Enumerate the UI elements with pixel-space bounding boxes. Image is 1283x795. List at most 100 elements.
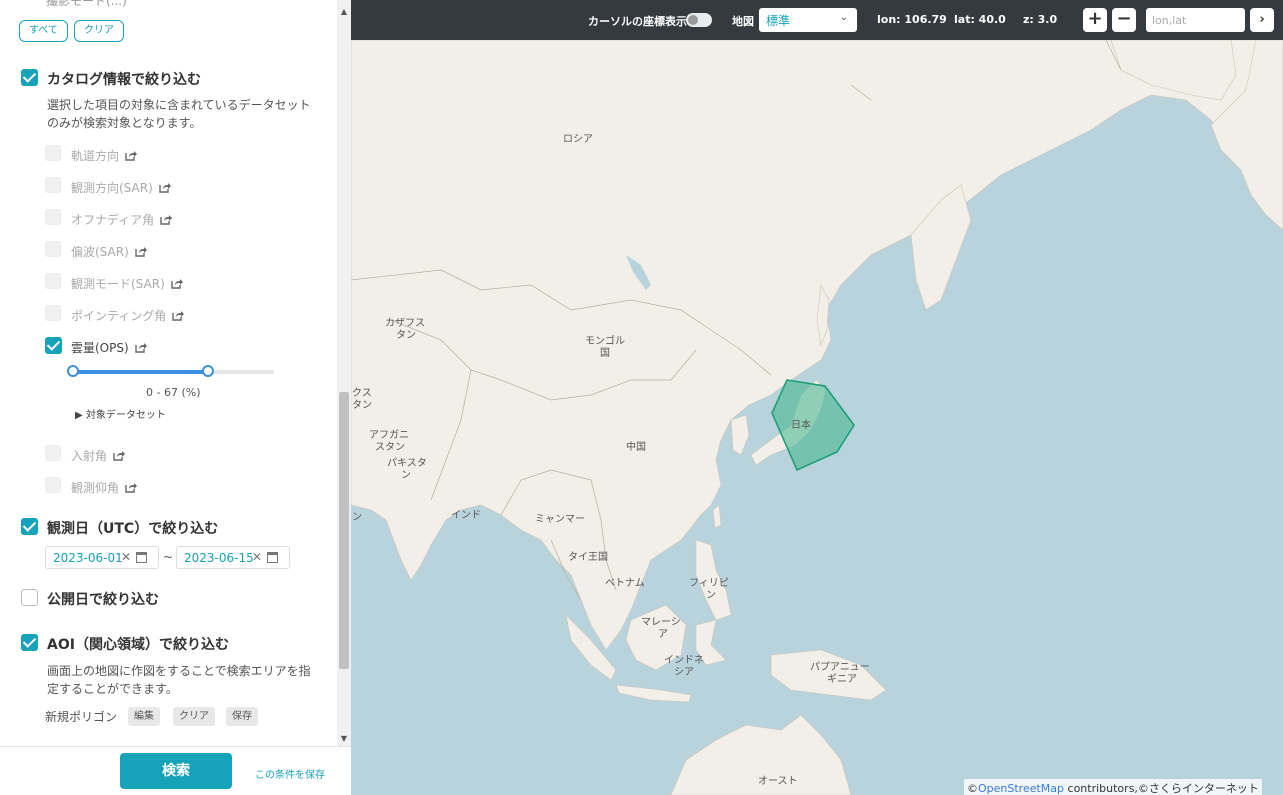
sidebar: 撮影モード(...) すべて クリア カタログ情報で絞り込む 選択した項目の対象… <box>0 0 351 795</box>
save-polygon-button[interactable]: 保存 <box>226 707 258 726</box>
pub-date-checkbox[interactable] <box>21 589 38 606</box>
catalog-filter-desc: 選択した項目の対象に含まれているデータセット <box>47 98 311 112</box>
coordinate-input[interactable] <box>1146 8 1245 32</box>
label-vietnam: ベトナム <box>605 578 645 589</box>
label-philippines: フィリピ <box>689 578 729 589</box>
off-nadir-checkbox[interactable] <box>45 209 61 225</box>
clear-all-button[interactable]: クリア <box>74 20 124 42</box>
external-link-icon[interactable] <box>135 246 147 257</box>
slider-max-handle[interactable] <box>201 365 214 377</box>
scroll-up-icon[interactable]: ▲ <box>337 5 351 19</box>
obs-date-title: 観測日（UTC）で絞り込む <box>47 521 219 537</box>
pointing-angle-label: ポインティング角 <box>71 307 185 324</box>
clear-polygon-button[interactable]: クリア <box>173 707 215 726</box>
map-view[interactable]: ロシア カザフス タン モンゴル 国 中国 日本 アフガニ スタン パキスタ ン… <box>351 0 1283 795</box>
label-thailand: タイ王国 <box>568 552 608 563</box>
incidence-angle-checkbox[interactable] <box>45 445 61 461</box>
land-eurasia <box>351 39 1283 651</box>
start-date-input[interactable]: 2023-06-01 ✕ <box>45 546 159 569</box>
clear-date-icon[interactable]: ✕ <box>252 550 262 564</box>
obs-date-checkbox[interactable] <box>21 518 38 535</box>
slider-min-handle[interactable] <box>67 365 79 377</box>
orbit-direction-label: 軌道方向 <box>71 147 138 164</box>
aoi-desc: 画面上の地図に作図をすることで検索エリアを指 <box>47 664 311 678</box>
scroll-down-icon[interactable]: ▼ <box>337 732 351 746</box>
label-australia: オースト <box>758 776 798 787</box>
cloud-cover-range-text: 0 - 67 (%) <box>146 386 201 399</box>
aoi-checkbox[interactable] <box>21 634 38 651</box>
aoi-polygon <box>771 379 855 472</box>
start-date-value: 2023-06-01 <box>53 551 123 565</box>
cloud-cover-slider[interactable] <box>73 370 274 374</box>
search-button[interactable]: 検索 <box>120 753 232 789</box>
external-link-icon[interactable] <box>113 450 126 461</box>
attribution-suffix: contributors,©さくらインターネット <box>1064 782 1259 795</box>
clear-date-icon[interactable]: ✕ <box>121 550 131 564</box>
label-afghanistan-2: スタン <box>375 442 405 453</box>
zoom-readout: z: 3.0 <box>1023 13 1058 26</box>
label-kazakhstan: カザフス <box>385 318 425 329</box>
select-all-button[interactable]: すべて <box>19 20 68 42</box>
land-korea <box>730 414 750 456</box>
catalog-filter-checkbox[interactable] <box>21 69 38 86</box>
calendar-icon[interactable] <box>267 552 278 563</box>
catalog-filter-title: カタログ情報で絞り込む <box>47 72 201 88</box>
zoom-out-button[interactable]: − <box>1112 8 1136 32</box>
map-canvas[interactable] <box>351 0 1283 795</box>
external-link-icon[interactable] <box>125 482 138 493</box>
attribution-copyright: © <box>967 782 978 795</box>
label-mongolia-2: 国 <box>600 348 610 359</box>
label-mongolia: モンゴル <box>585 336 625 347</box>
obs-mode-label: 観測モード(SAR) <box>71 275 183 292</box>
aoi-desc-2: 定することができます。 <box>47 682 178 696</box>
land-taiwan <box>712 504 722 529</box>
pointing-angle-checkbox[interactable] <box>45 305 61 321</box>
end-date-input[interactable]: 2023-06-15 ✕ <box>176 546 290 569</box>
date-separator: ~ <box>163 550 174 564</box>
cloud-cover-slider-fill <box>73 370 208 374</box>
external-link-icon[interactable] <box>159 182 171 193</box>
external-link-icon[interactable] <box>171 278 183 289</box>
label-japan: 日本 <box>791 420 811 431</box>
elevation-angle-checkbox[interactable] <box>45 477 61 493</box>
cloud-cover-checkbox[interactable] <box>45 337 62 354</box>
label-papua-new-guinea-2: ギニア <box>827 674 857 685</box>
truncated-item: 撮影モード(...) <box>46 0 127 8</box>
label-pakistan-2: ン <box>401 470 411 481</box>
land-java <box>615 684 692 703</box>
external-link-icon[interactable] <box>160 214 173 225</box>
external-link-icon[interactable] <box>125 150 138 161</box>
label-pakistan: パキスタ <box>387 458 427 469</box>
target-dataset-toggle[interactable]: ▶ 対象データセット <box>75 406 166 421</box>
scrollbar-thumb[interactable] <box>339 392 349 669</box>
look-direction-checkbox[interactable] <box>45 177 61 193</box>
external-link-icon[interactable] <box>172 310 185 321</box>
label-edge-3: ン <box>352 512 362 523</box>
elevation-angle-label: 観測仰角 <box>71 479 138 496</box>
polarization-checkbox[interactable] <box>45 241 61 257</box>
caret-right-icon: ▶ <box>75 410 86 421</box>
sidebar-scrollbar[interactable]: ▲ ▼ <box>337 0 351 746</box>
end-date-value: 2023-06-15 <box>184 551 254 565</box>
cursor-coords-toggle[interactable] <box>686 13 712 27</box>
look-direction-label: 観測方向(SAR) <box>71 179 171 196</box>
map-style-select[interactable]: 標準 ⌄ <box>759 8 857 32</box>
label-philippines-2: ン <box>706 590 716 601</box>
sidebar-footer: 検索 この条件を保存 <box>0 746 351 795</box>
lon-readout: lon: 106.79 <box>877 13 947 26</box>
obs-mode-checkbox[interactable] <box>45 273 61 289</box>
label-afghanistan: アフガニ <box>369 430 409 441</box>
off-nadir-label: オフナディア角 <box>71 211 173 228</box>
save-conditions-link[interactable]: この条件を保存 <box>255 766 325 781</box>
app: 撮影モード(...) すべて クリア カタログ情報で絞り込む 選択した項目の対象… <box>0 0 1283 795</box>
orbit-direction-checkbox[interactable] <box>45 145 61 161</box>
cloud-cover-label: 雲量(OPS) <box>71 339 147 356</box>
external-link-icon[interactable] <box>134 342 147 353</box>
calendar-icon[interactable] <box>136 552 147 563</box>
go-to-coordinate-button[interactable]: › <box>1250 8 1274 32</box>
zoom-in-button[interactable]: + <box>1083 8 1107 32</box>
edit-polygon-button[interactable]: 編集 <box>128 707 160 726</box>
osm-link[interactable]: OpenStreetMap <box>978 782 1064 795</box>
chevron-down-icon: ⌄ <box>839 12 848 23</box>
pub-date-title: 公開日で絞り込む <box>47 592 159 608</box>
